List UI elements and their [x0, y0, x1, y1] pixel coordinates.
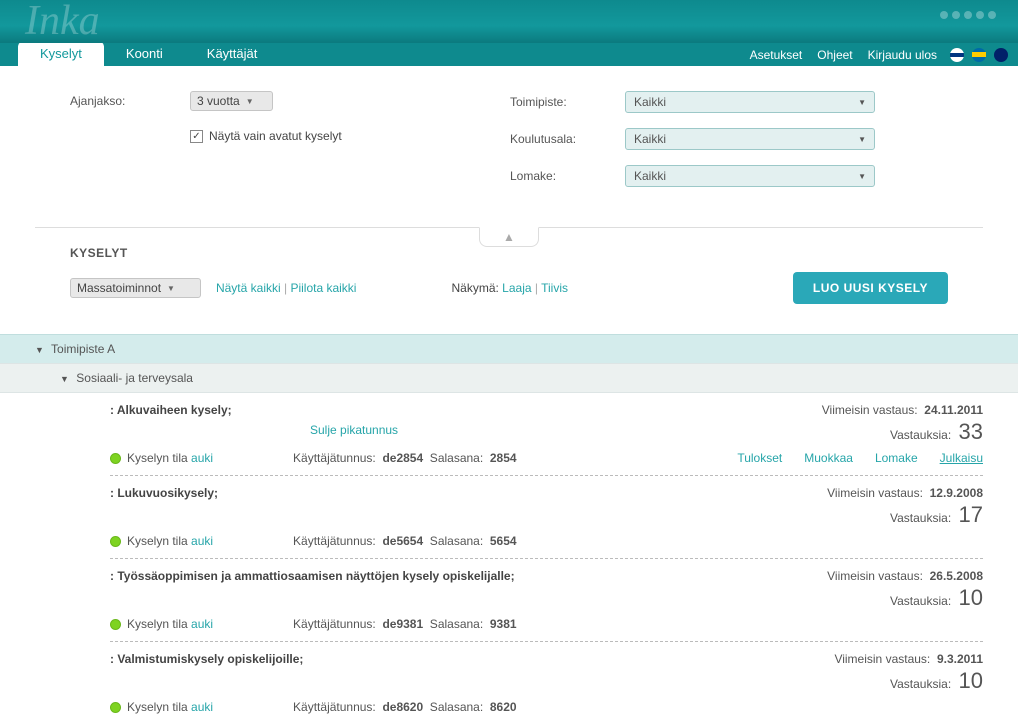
toimipiste-value: Kaikki — [634, 95, 666, 109]
status-text: Kyselyn tila auki — [127, 617, 213, 631]
status-open-link[interactable]: auki — [191, 451, 213, 465]
viimeisin-label: Viimeisin vastaus: — [827, 486, 923, 500]
massatoiminnot-select[interactable]: Massatoiminnot — [70, 278, 201, 298]
filters-panel: Ajanjakso: 3 vuotta ✓ Näytä vain avatut … — [35, 66, 983, 217]
nakyma-label: Näkymä: — [451, 281, 498, 295]
section-title: KYSELYT — [70, 246, 948, 260]
arrow-down-icon: ▼ — [35, 345, 44, 355]
survey-item: : Alkuvaiheen kysely; Viimeisin vastaus:… — [110, 393, 983, 476]
decorative-bubbles — [938, 8, 998, 22]
hide-all-link[interactable]: Piilota kaikki — [290, 281, 356, 295]
status-dot-icon — [110, 619, 121, 630]
koulutusala-value: Kaikki — [634, 132, 666, 146]
tiivis-link[interactable]: Tiivis — [541, 281, 568, 295]
survey-date: 12.9.2008 — [930, 486, 983, 500]
nav-help[interactable]: Ohjeet — [817, 48, 852, 62]
vastauksia-label: Vastauksia: — [890, 594, 951, 608]
group-sosiaali[interactable]: ▼ Sosiaali- ja terveysala — [0, 363, 1018, 393]
status-dot-icon — [110, 536, 121, 547]
group-toimipiste[interactable]: ▼ Toimipiste A — [0, 334, 1018, 363]
nav-settings[interactable]: Asetukset — [750, 48, 803, 62]
status-text: Kyselyn tila auki — [127, 534, 213, 548]
main-tabs: Kyselyt Koonti Käyttäjät — [0, 43, 279, 66]
header-banner: Inka — [0, 0, 1018, 43]
open-only-checkbox[interactable]: ✓ — [190, 130, 203, 143]
muokkaa-link[interactable]: Muokkaa — [804, 451, 853, 465]
survey-date: 9.3.2011 — [937, 652, 983, 666]
lomake-link[interactable]: Lomake — [875, 451, 918, 465]
collapse-toggle[interactable]: ▲ — [479, 227, 539, 247]
status-open-link[interactable]: auki — [191, 700, 213, 714]
koulutusala-label: Koulutusala: — [510, 132, 625, 146]
filter-left: Ajanjakso: 3 vuotta ✓ Näytä vain avatut … — [70, 91, 450, 202]
credentials: Käyttäjätunnus: de2854 Salasana: 2854 — [293, 451, 517, 465]
survey-item: : Työssäoppimisen ja ammattiosaamisen nä… — [110, 559, 983, 642]
ajanjakso-value: 3 vuotta — [197, 94, 240, 108]
content: Ajanjakso: 3 vuotta ✓ Näytä vain avatut … — [0, 66, 1018, 314]
viimeisin-label: Viimeisin vastaus: — [822, 403, 918, 417]
vastauksia-label: Vastauksia: — [890, 428, 951, 442]
group-sosiaali-label: Sosiaali- ja terveysala — [76, 371, 193, 385]
controls-row: Massatoiminnot Näytä kaikki | Piilota ka… — [70, 272, 948, 304]
vastauksia-label: Vastauksia: — [890, 511, 951, 525]
status-text: Kyselyn tila auki — [127, 451, 213, 465]
survey-date: 26.5.2008 — [930, 569, 983, 583]
arrow-down-icon: ▼ — [60, 374, 69, 384]
flag-fi-icon[interactable] — [950, 48, 964, 62]
open-only-label: Näytä vain avatut kyselyt — [209, 129, 342, 143]
status-open-link[interactable]: auki — [191, 617, 213, 631]
survey-list: : Alkuvaiheen kysely; Viimeisin vastaus:… — [0, 393, 1018, 724]
navbar: Kyselyt Koonti Käyttäjät Asetukset Ohjee… — [0, 43, 1018, 66]
status-dot-icon — [110, 702, 121, 713]
lomake-select[interactable]: Kaikki — [625, 165, 875, 187]
divider: ▲ — [35, 227, 983, 228]
vastauksia-label: Vastauksia: — [890, 677, 951, 691]
status-text: Kyselyn tila auki — [127, 700, 213, 714]
survey-item: : Valmistumiskysely opiskelijoille; Viim… — [110, 642, 983, 724]
nav-logout[interactable]: Kirjaudu ulos — [868, 48, 937, 62]
survey-title: : Lukuvuosikysely; — [110, 486, 218, 528]
group-toimipiste-label: Toimipiste A — [51, 342, 115, 356]
tulokset-link[interactable]: Tulokset — [737, 451, 782, 465]
survey-count: 17 — [959, 502, 983, 527]
survey-item: : Lukuvuosikysely; Viimeisin vastaus: 12… — [110, 476, 983, 559]
app-logo: Inka — [25, 0, 100, 45]
create-survey-button[interactable]: LUO UUSI KYSELY — [793, 272, 948, 304]
ajanjakso-select[interactable]: 3 vuotta — [190, 91, 273, 111]
survey-count: 10 — [959, 585, 983, 610]
flag-se-icon[interactable] — [972, 48, 986, 62]
toimipiste-label: Toimipiste: — [510, 95, 625, 109]
close-quick-link[interactable]: Sulje pikatunnus — [310, 423, 398, 437]
survey-count: 10 — [959, 668, 983, 693]
credentials: Käyttäjätunnus: de8620 Salasana: 8620 — [293, 700, 517, 714]
tab-koonti[interactable]: Koonti — [104, 41, 185, 66]
lomake-label: Lomake: — [510, 169, 625, 183]
julkaisu-link[interactable]: Julkaisu — [940, 451, 983, 465]
tab-kayttajat[interactable]: Käyttäjät — [185, 41, 280, 66]
massatoiminnot-value: Massatoiminnot — [77, 281, 161, 295]
laaja-link[interactable]: Laaja — [502, 281, 531, 295]
show-all-link[interactable]: Näytä kaikki — [216, 281, 281, 295]
survey-title: : Alkuvaiheen kysely; — [110, 403, 232, 445]
survey-count: 33 — [959, 419, 983, 444]
koulutusala-select[interactable]: Kaikki — [625, 128, 875, 150]
ajanjakso-label: Ajanjakso: — [70, 94, 190, 108]
lomake-value: Kaikki — [634, 169, 666, 183]
viimeisin-label: Viimeisin vastaus: — [834, 652, 930, 666]
credentials: Käyttäjätunnus: de9381 Salasana: 9381 — [293, 617, 517, 631]
status-dot-icon — [110, 453, 121, 464]
credentials: Käyttäjätunnus: de5654 Salasana: 5654 — [293, 534, 517, 548]
survey-title: : Työssäoppimisen ja ammattiosaamisen nä… — [110, 569, 515, 611]
toimipiste-select[interactable]: Kaikki — [625, 91, 875, 113]
survey-date: 24.11.2011 — [924, 403, 983, 417]
flag-en-icon[interactable] — [994, 48, 1008, 62]
status-open-link[interactable]: auki — [191, 534, 213, 548]
nav-right: Asetukset Ohjeet Kirjaudu ulos — [745, 48, 1008, 62]
viimeisin-label: Viimeisin vastaus: — [827, 569, 923, 583]
filter-right: Toimipiste: Kaikki Koulutusala: Kaikki L… — [510, 91, 983, 202]
survey-title: : Valmistumiskysely opiskelijoille; — [110, 652, 303, 694]
